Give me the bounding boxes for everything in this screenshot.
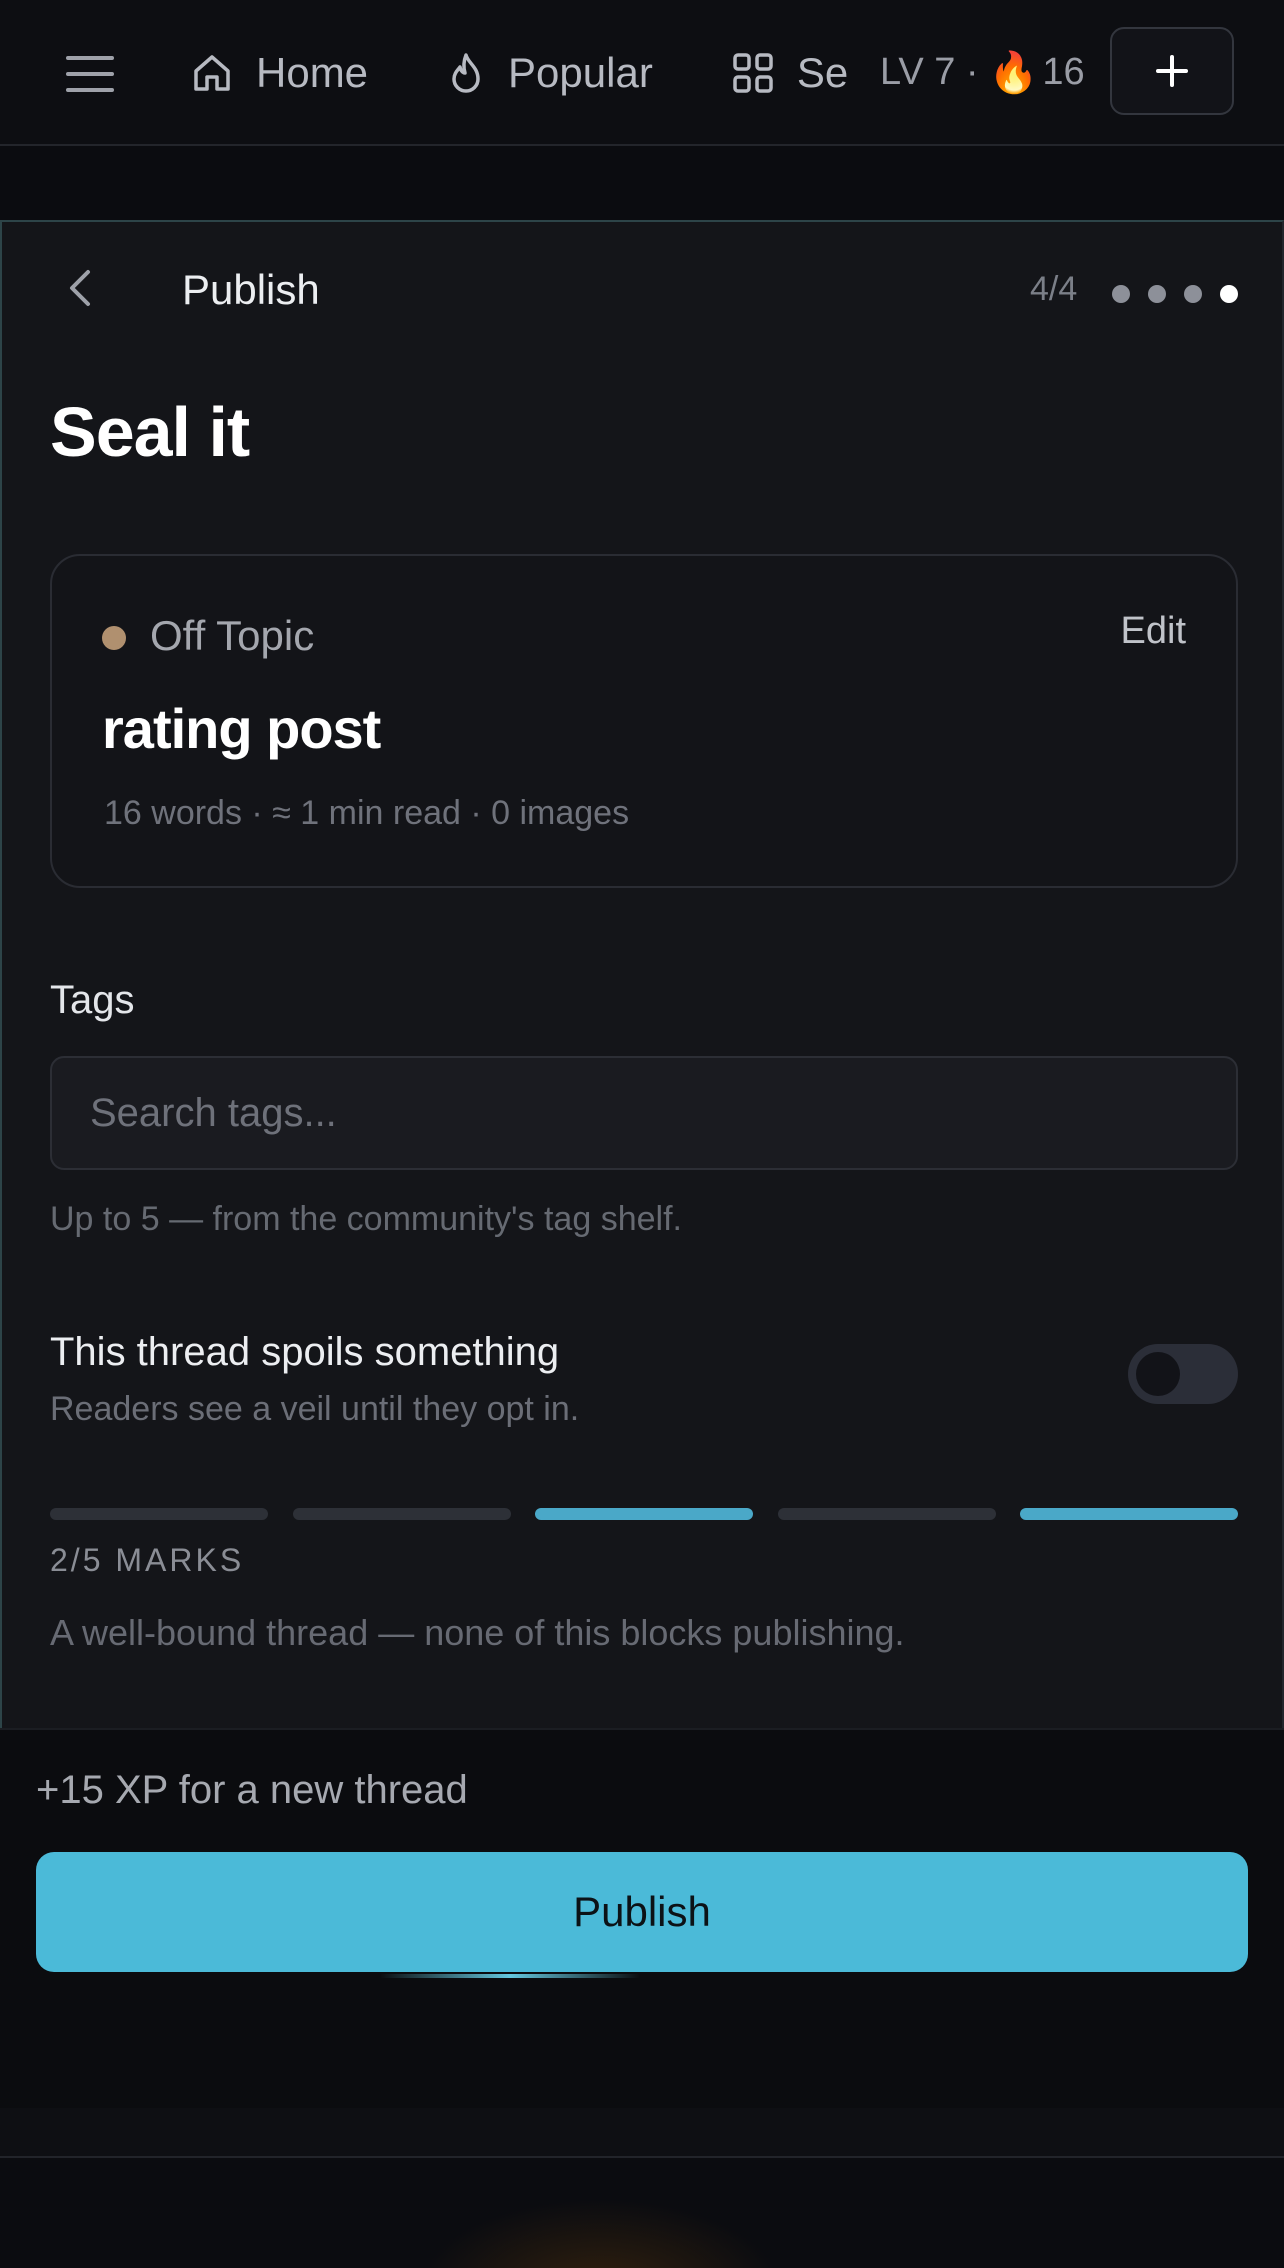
tag-search-input[interactable] <box>50 1056 1238 1170</box>
tags-label: Tags <box>50 978 135 1022</box>
add-button[interactable] <box>1110 27 1234 115</box>
step-dot-active <box>1220 285 1238 303</box>
nav-popular[interactable]: Popular <box>446 29 653 117</box>
panel-header: Publish 4/4 <box>2 222 1282 372</box>
tags-hint: Up to 5 — from the community's tag shelf… <box>50 1200 682 1238</box>
bottom-strip <box>0 2108 1284 2158</box>
spoiler-toggle[interactable] <box>1128 1344 1238 1404</box>
mark-segment <box>777 1508 996 1520</box>
plus-icon <box>1156 55 1188 87</box>
publish-button[interactable]: Publish <box>36 1852 1248 1972</box>
page-title: Seal it <box>50 393 250 471</box>
level-streak: LV 7 · 🔥 16 <box>880 44 1085 100</box>
nav-home[interactable]: Home <box>190 29 368 117</box>
category-name: Off Topic <box>150 612 315 659</box>
post-summary-card: Off Topic Edit rating post 16 words · ≈ … <box>50 554 1238 888</box>
back-button[interactable] <box>48 256 112 320</box>
flame-outline-icon <box>452 53 480 93</box>
level-label: LV 7 · <box>880 50 979 93</box>
post-stats: 16 words · ≈ 1 min read · 0 images <box>104 794 630 832</box>
menu-button[interactable] <box>46 30 134 118</box>
step-dot <box>1148 285 1166 303</box>
mark-segment <box>1020 1508 1238 1520</box>
bottom-glow <box>0 2160 1284 2268</box>
grid-icon <box>733 53 773 93</box>
step-count: 4/4 <box>1030 270 1078 308</box>
nav-se-label: Se <box>796 49 849 96</box>
xp-note: +15 XP for a new thread <box>36 1768 468 1812</box>
nav-se[interactable]: Se <box>731 29 848 117</box>
nav-home-label: Home <box>256 49 369 96</box>
spoiler-description: Readers see a veil until they opt in. <box>50 1390 580 1428</box>
home-icon <box>194 55 230 91</box>
post-title: rating post <box>102 697 381 760</box>
publish-panel: Publish 4/4 Seal it Off Topic Edit ratin… <box>0 220 1284 1728</box>
mark-segment <box>50 1508 268 1520</box>
nav-popular-label: Popular <box>508 49 653 96</box>
top-nav: Home Popular Se LV 7 · 🔥 16 <box>0 0 1284 146</box>
category-dot-icon <box>102 626 126 650</box>
panel-title: Publish <box>182 266 320 313</box>
marks-label: 2/5 MARKS <box>50 1542 245 1578</box>
marks-note: A well-bound thread — none of this block… <box>50 1612 905 1653</box>
streak-flame-icon: 🔥 <box>988 50 1039 95</box>
spoiler-label: This thread spoils something <box>50 1330 560 1374</box>
step-dot <box>1112 285 1130 303</box>
chevron-left-icon <box>70 270 90 306</box>
nav-links: Home Popular Se <box>190 0 860 146</box>
step-dot <box>1184 285 1202 303</box>
toggle-knob <box>1136 1352 1180 1396</box>
publish-footer: +15 XP for a new thread Publish <box>0 1728 1284 2108</box>
hamburger-icon <box>66 56 114 92</box>
edit-button[interactable]: Edit <box>1121 610 1186 653</box>
step-dots <box>1112 285 1256 303</box>
mark-segment <box>535 1508 753 1520</box>
marks-progress <box>50 1508 1238 1520</box>
mark-segment <box>292 1508 511 1520</box>
streak-count: 16 <box>1042 50 1085 93</box>
button-glow <box>380 1974 640 1978</box>
